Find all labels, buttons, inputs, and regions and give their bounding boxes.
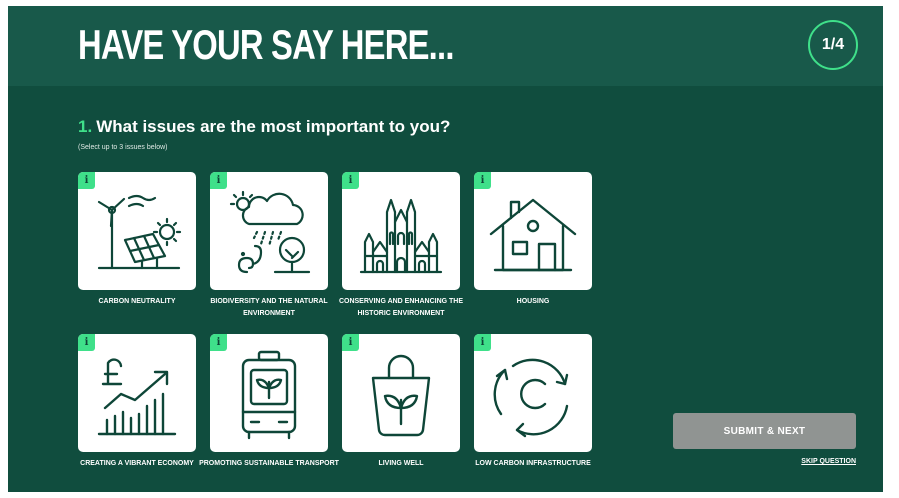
weather-tree-squirrel-icon	[229, 190, 311, 274]
issue-label: LOW CARBON INFRASTRUCTURE	[475, 460, 591, 467]
wind-turbine-solar-panel-icon	[97, 194, 182, 270]
issue-card-low-carbon-infrastructure[interactable]: i	[474, 334, 592, 452]
step-indicator: 1/4	[808, 20, 858, 70]
selection-hint: (Select up to 3 issues below)	[78, 144, 168, 151]
issue-card-biodiversity[interactable]: i	[210, 172, 328, 290]
header-bar: HAVE YOUR SAY HERE... 1/4	[8, 6, 883, 86]
issue-label: BIODIVERSITY AND THE NATURAL ENVIRONMENT	[210, 298, 328, 317]
issue-card-vibrant-economy[interactable]: i	[78, 334, 196, 452]
issue-card-historic-environment[interactable]: i	[342, 172, 460, 290]
question-number: 1.	[78, 117, 93, 136]
survey-panel: HAVE YOUR SAY HERE... 1/4 1. What issues …	[8, 6, 883, 492]
house-icon	[489, 198, 577, 272]
issue-card-sustainable-transport[interactable]: i	[210, 334, 328, 452]
leaf-shopping-bag-icon	[371, 354, 431, 437]
issue-label: PROMOTING SUSTAINABLE TRANSPORT	[199, 460, 339, 467]
page-title: HAVE YOUR SAY HERE...	[78, 21, 454, 68]
issue-label: CREATING A VIBRANT ECONOMY	[80, 460, 194, 467]
issue-label: HOUSING	[516, 298, 550, 305]
issue-card-housing[interactable]: i	[474, 172, 592, 290]
issue-card-carbon-neutrality[interactable]: i	[78, 172, 196, 290]
issue-label: CARBON NEUTRALITY	[98, 298, 176, 305]
issue-label: CONSERVING AND ENHANCING THE HISTORIC EN…	[338, 298, 464, 317]
skip-question-link[interactable]: SKIP QUESTION	[786, 458, 856, 465]
pound-growth-chart-icon	[97, 358, 177, 436]
carbon-recycle-icon	[493, 358, 569, 438]
submit-next-button[interactable]: SUBMIT & NEXT	[673, 413, 856, 449]
issue-card-living-well[interactable]: i	[342, 334, 460, 452]
cathedral-icon	[359, 198, 443, 274]
eco-tram-icon	[241, 350, 297, 440]
question-text: What issues are the most important to yo…	[96, 117, 451, 136]
issue-label: LIVING WELL	[378, 460, 424, 467]
question-heading: 1. What issues are the most important to …	[78, 117, 450, 137]
